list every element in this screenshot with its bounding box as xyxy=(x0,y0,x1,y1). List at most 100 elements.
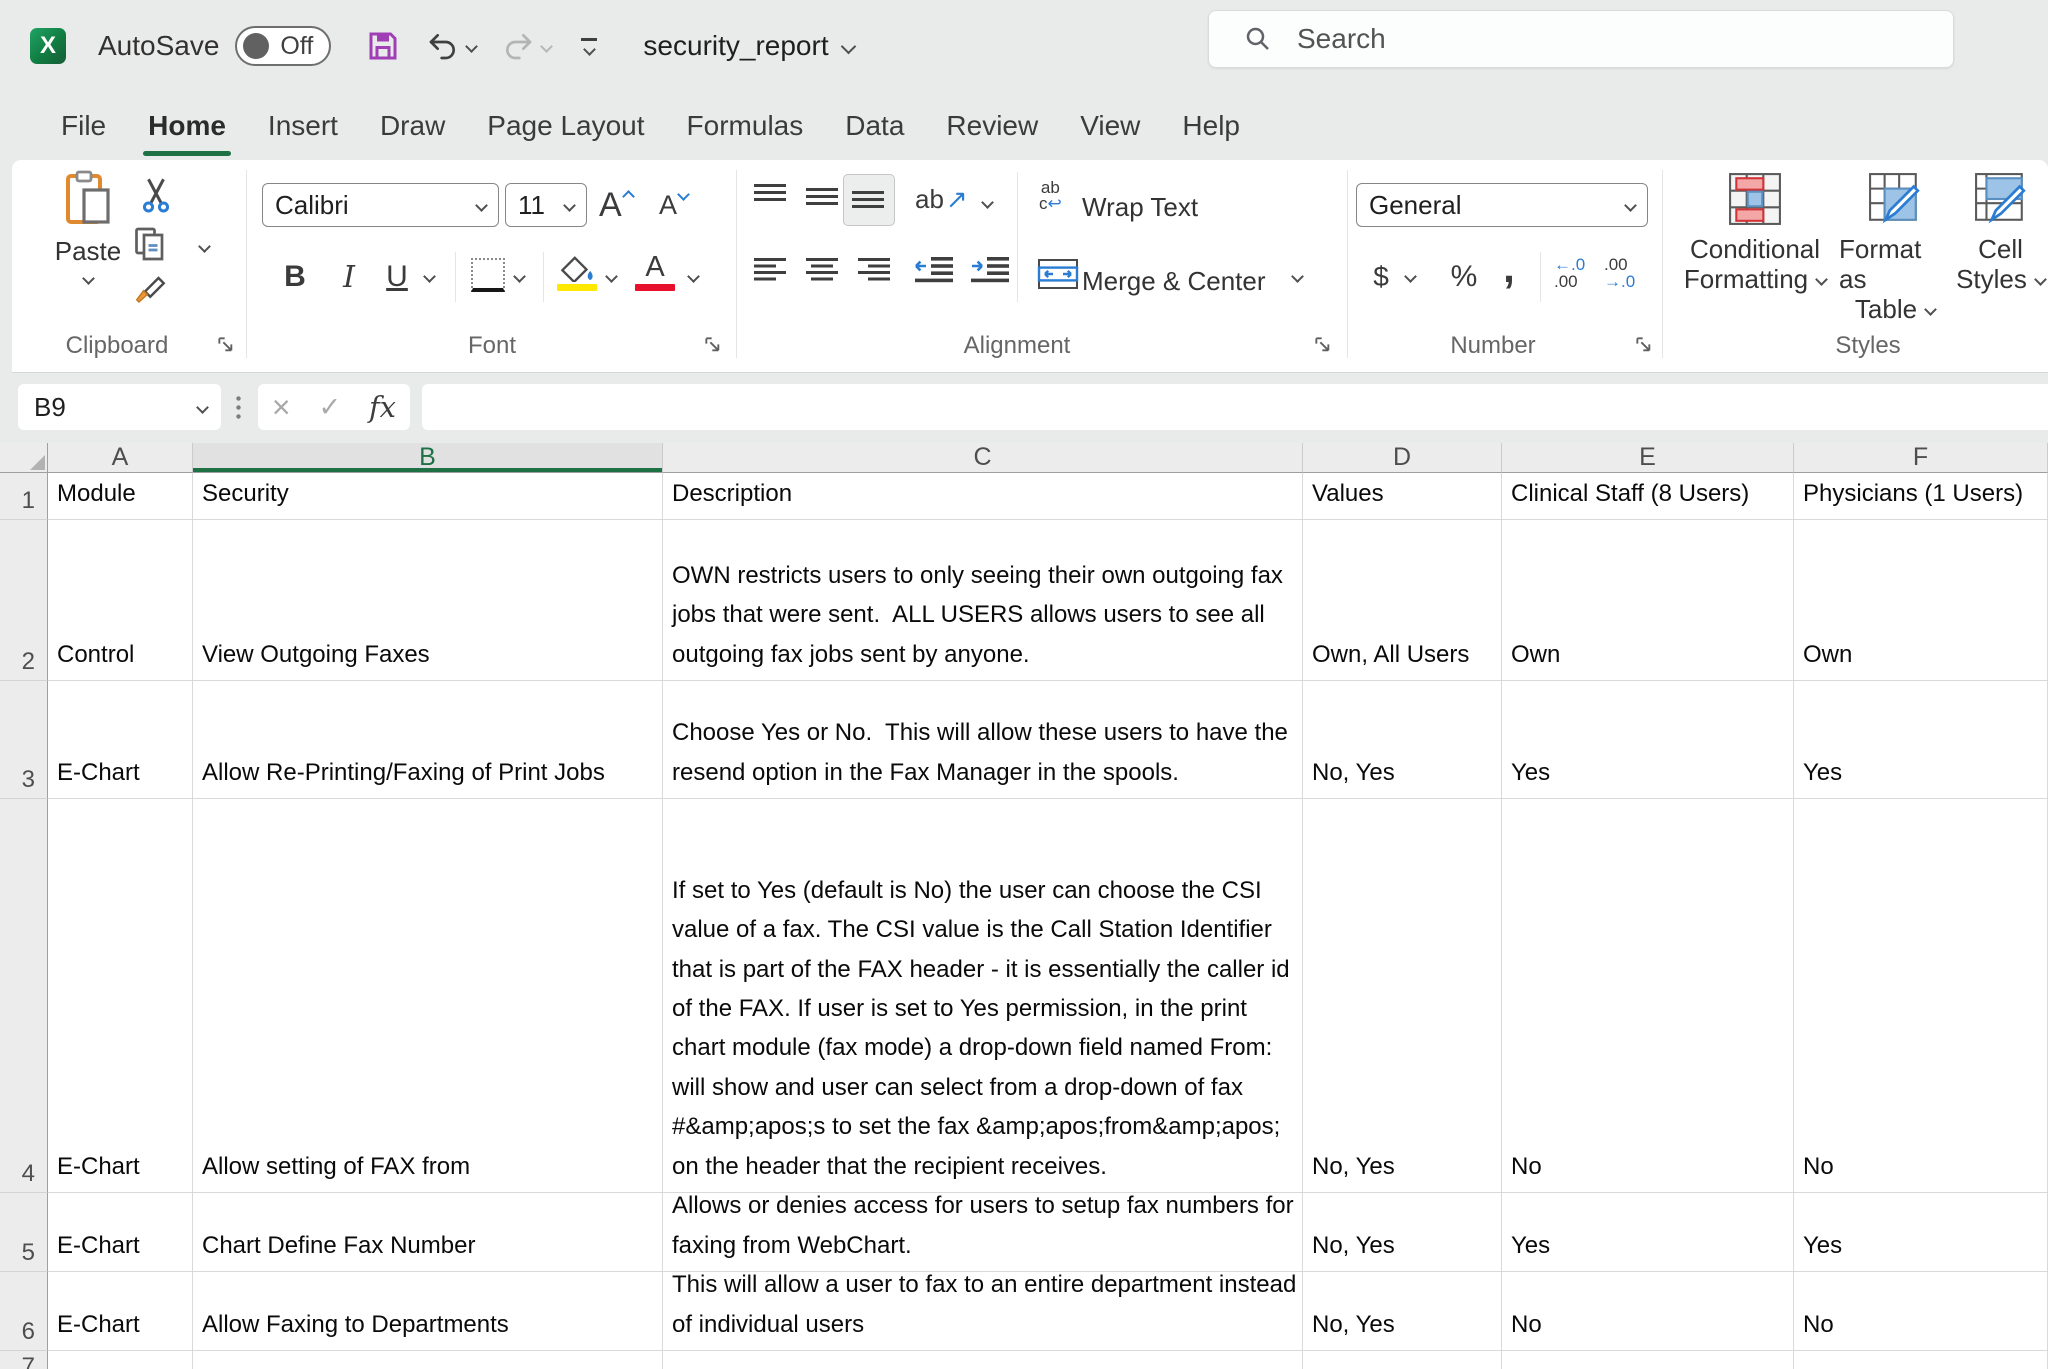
cell[interactable]: No, Yes xyxy=(1303,799,1502,1193)
tab-review[interactable]: Review xyxy=(925,92,1059,160)
cell[interactable]: Clinical Staff (8 Users) xyxy=(1502,473,1794,520)
tab-data[interactable]: Data xyxy=(824,92,925,160)
cell[interactable]: No xyxy=(1502,799,1794,1193)
cell[interactable]: No, Yes xyxy=(1303,681,1502,799)
number-dialog-launcher[interactable] xyxy=(1636,337,1652,358)
excel-logo-icon[interactable]: X xyxy=(30,28,66,64)
underline-dropdown-icon[interactable] xyxy=(423,270,436,283)
column-header-e[interactable]: E xyxy=(1502,443,1794,473)
row-number[interactable]: 1 xyxy=(0,473,48,520)
copy-button[interactable] xyxy=(133,226,167,262)
font-color-dropdown-icon[interactable] xyxy=(687,270,700,283)
select-all-corner[interactable] xyxy=(0,443,48,473)
cell[interactable]: Allows or denies access for users to set… xyxy=(663,1193,1303,1272)
conditional-formatting-button[interactable]: Conditional Formatting xyxy=(1671,172,1839,294)
merge-center-label[interactable]: Merge & Center xyxy=(1082,266,1266,297)
search-box[interactable]: Search xyxy=(1208,10,1954,68)
formula-input[interactable] xyxy=(422,384,2048,430)
font-name-combo[interactable]: Calibri xyxy=(262,183,499,227)
cell[interactable] xyxy=(1794,1351,2048,1369)
cell[interactable] xyxy=(48,1351,193,1369)
orientation-dropdown-icon[interactable] xyxy=(981,196,994,209)
cell[interactable] xyxy=(663,1351,1303,1369)
column-header-d[interactable]: D xyxy=(1303,443,1502,473)
merge-center-button[interactable] xyxy=(1037,258,1079,290)
fill-color-dropdown-icon[interactable] xyxy=(605,270,618,283)
underline-button[interactable]: U xyxy=(379,255,415,299)
save-button[interactable] xyxy=(365,28,401,64)
cell[interactable]: No xyxy=(1502,1272,1794,1351)
cell[interactable]: Module xyxy=(48,473,193,520)
cell[interactable]: No xyxy=(1794,1272,2048,1351)
cell[interactable]: Own, All Users xyxy=(1303,520,1502,681)
row-number[interactable]: 5 xyxy=(0,1193,48,1272)
grow-font-button[interactable]: A xyxy=(599,186,633,225)
italic-button[interactable]: I xyxy=(331,255,367,299)
cell[interactable]: Description xyxy=(663,473,1303,520)
borders-dropdown-icon[interactable] xyxy=(513,270,526,283)
cell[interactable]: View Outgoing Faxes xyxy=(193,520,663,681)
tab-draw[interactable]: Draw xyxy=(359,92,466,160)
row-number[interactable]: 7 xyxy=(0,1351,48,1369)
name-box-dropdown-icon[interactable] xyxy=(196,401,209,414)
cell[interactable]: Allow Re-Printing/Faxing of Print Jobs xyxy=(193,681,663,799)
tab-insert[interactable]: Insert xyxy=(247,92,359,160)
cell[interactable]: Security xyxy=(193,473,663,520)
cell[interactable]: Control xyxy=(48,520,193,681)
align-center-button[interactable] xyxy=(805,255,839,283)
cell[interactable]: Own xyxy=(1502,520,1794,681)
bold-button[interactable]: B xyxy=(277,255,313,299)
name-box[interactable]: B9 xyxy=(18,384,221,430)
font-dialog-launcher[interactable] xyxy=(705,337,721,358)
redo-button[interactable] xyxy=(502,30,551,62)
currency-dropdown-icon[interactable] xyxy=(1404,270,1417,283)
percent-button[interactable]: % xyxy=(1444,255,1484,299)
cell[interactable]: E-Chart xyxy=(48,1272,193,1351)
align-right-button[interactable] xyxy=(857,255,891,283)
undo-dropdown-icon[interactable] xyxy=(466,40,479,53)
cell[interactable]: E-Chart xyxy=(48,681,193,799)
align-middle-button[interactable] xyxy=(805,182,839,210)
row-number[interactable]: 6 xyxy=(0,1272,48,1351)
cell[interactable]: No, Yes xyxy=(1303,1272,1502,1351)
clipboard-dialog-launcher[interactable] xyxy=(218,337,234,358)
row-number[interactable]: 2 xyxy=(0,520,48,681)
cell[interactable]: Yes xyxy=(1502,1193,1794,1272)
column-header-b[interactable]: B xyxy=(193,443,663,473)
wrap-text-label[interactable]: Wrap Text xyxy=(1082,192,1198,223)
cell[interactable]: E-Chart xyxy=(48,799,193,1193)
column-header-f[interactable]: F xyxy=(1794,443,2048,473)
row-number[interactable]: 4 xyxy=(0,799,48,1193)
cell[interactable]: No xyxy=(1794,799,2048,1193)
shrink-font-button[interactable]: A xyxy=(659,190,688,221)
cell[interactable]: Values xyxy=(1303,473,1502,520)
cell[interactable]: Chart Define Fax Number xyxy=(193,1193,663,1272)
cell[interactable]: Own xyxy=(1794,520,2048,681)
cancel-icon[interactable]: × xyxy=(272,391,291,423)
alignment-dialog-launcher[interactable] xyxy=(1315,337,1331,358)
cell[interactable]: OWN restricts users to only seeing their… xyxy=(663,520,1303,681)
row-number[interactable]: 3 xyxy=(0,681,48,799)
increase-decimal-button[interactable]: ←.0 .00 xyxy=(1554,256,1585,290)
column-header-c[interactable]: C xyxy=(663,443,1303,473)
cell[interactable]: Choose Yes or No. This will allow these … xyxy=(663,681,1303,799)
fill-color-button[interactable] xyxy=(557,254,597,291)
paste-dropdown-icon[interactable] xyxy=(82,272,95,285)
cell[interactable] xyxy=(1303,1351,1502,1369)
customize-quick-access-button[interactable] xyxy=(581,38,597,54)
align-top-button[interactable] xyxy=(753,182,787,210)
format-painter-button[interactable] xyxy=(133,272,169,308)
enter-icon[interactable]: ✓ xyxy=(318,392,341,423)
font-size-combo[interactable]: 11 xyxy=(505,183,587,227)
orientation-button[interactable]: ab↗ xyxy=(915,184,968,215)
cell[interactable] xyxy=(193,1351,663,1369)
insert-function-icon[interactable]: fx xyxy=(369,390,396,424)
cell[interactable]: This will allow a user to fax to an enti… xyxy=(663,1272,1303,1351)
cell[interactable]: Yes xyxy=(1794,1193,2048,1272)
column-header-a[interactable]: A xyxy=(48,443,193,473)
cell[interactable]: Physicians (1 Users) xyxy=(1794,473,2048,520)
cell[interactable]: Yes xyxy=(1502,681,1794,799)
cell[interactable]: Allow setting of FAX from xyxy=(193,799,663,1193)
autosave-toggle[interactable]: Off xyxy=(235,26,331,66)
tab-page-layout[interactable]: Page Layout xyxy=(466,92,665,160)
